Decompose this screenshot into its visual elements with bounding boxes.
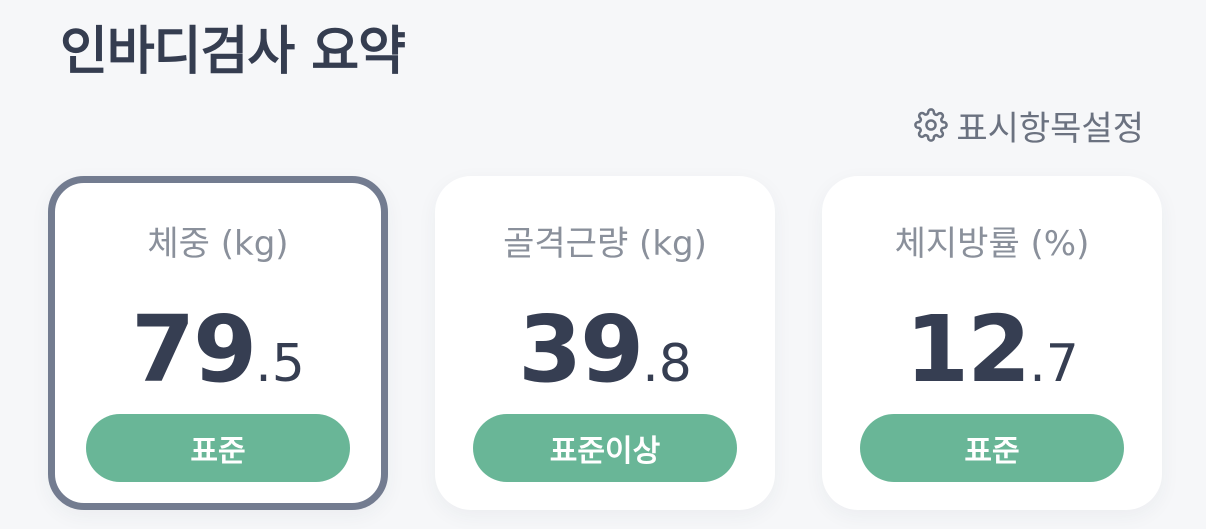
- card-body-fat[interactable]: 체지방률 (%) 12.7 표준: [822, 176, 1162, 510]
- card-value: 39.8: [435, 300, 775, 426]
- value-decimal: .5: [255, 334, 305, 394]
- display-settings-label: 표시항목설정: [956, 108, 1144, 149]
- card-skeletal-muscle[interactable]: 골격근량 (kg) 39.8 표준이상: [435, 176, 775, 510]
- summary-cards: 체중 (kg) 79.5 표준 골격근량 (kg) 39.8 표준이상 체지방률…: [48, 176, 1164, 510]
- display-settings-button[interactable]: 표시항목설정: [914, 100, 1144, 150]
- card-label: 골격근량 (kg): [503, 224, 707, 264]
- value-decimal: .8: [642, 334, 692, 394]
- value-decimal: .7: [1029, 334, 1079, 394]
- value-integer: 39: [518, 296, 644, 403]
- value-integer: 12: [905, 296, 1031, 403]
- page-title: 인바디검사 요약: [60, 22, 406, 82]
- gear-icon: [914, 108, 949, 142]
- status-badge: 표준: [86, 414, 350, 482]
- card-label: 체중 (kg): [147, 224, 289, 264]
- card-label: 체지방률 (%): [894, 224, 1090, 264]
- status-badge: 표준이상: [473, 414, 737, 482]
- card-value: 12.7: [822, 300, 1162, 426]
- inbody-summary-screen: 인바디검사 요약 표시항목설정 체중 (kg) 79.5 표준 골격근량 (kg…: [0, 0, 1206, 529]
- card-weight[interactable]: 체중 (kg) 79.5 표준: [48, 176, 388, 510]
- value-integer: 79: [131, 296, 257, 403]
- card-value: 79.5: [55, 300, 381, 426]
- status-badge: 표준: [860, 414, 1124, 482]
